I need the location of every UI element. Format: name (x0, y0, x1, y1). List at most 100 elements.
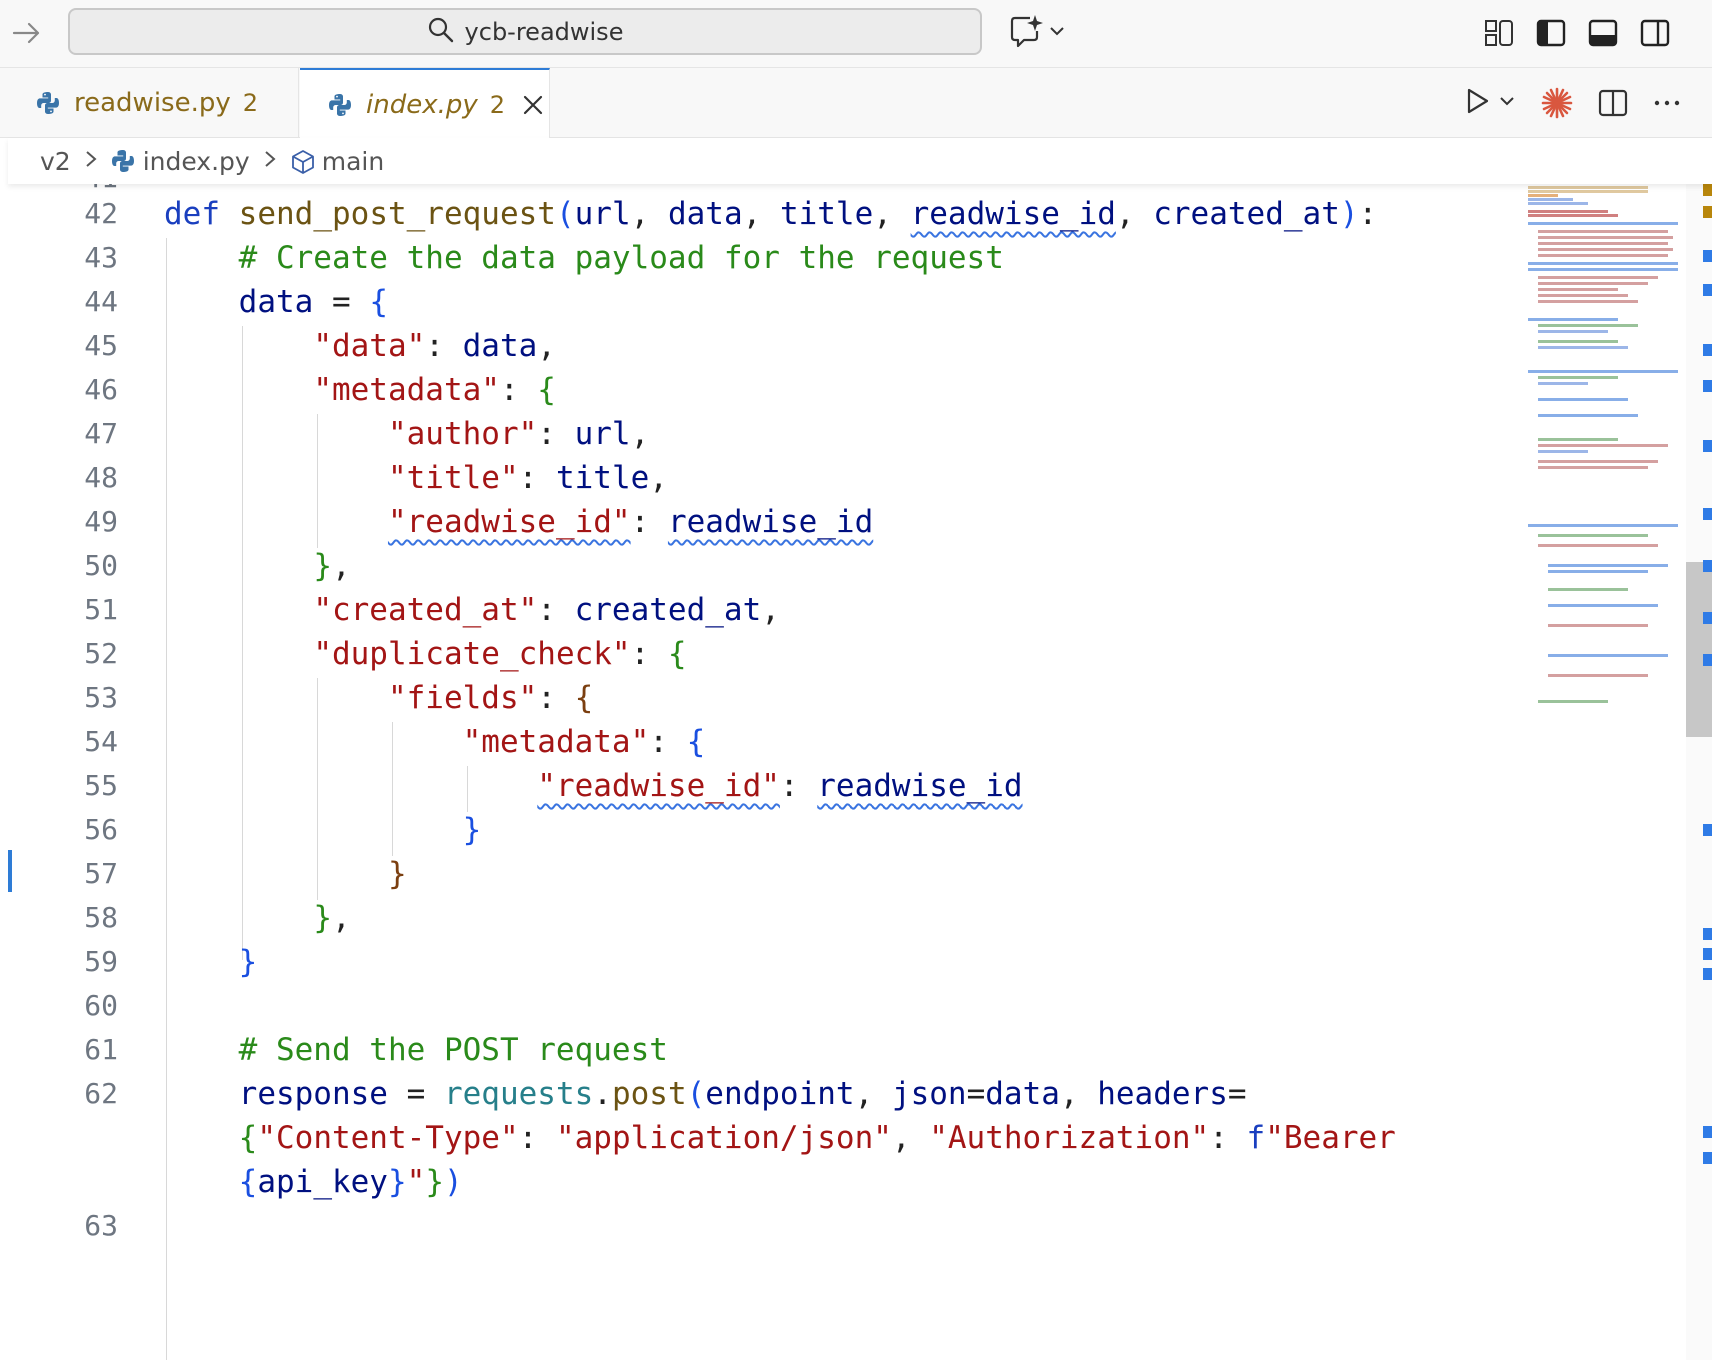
code-line: # Create the data payload for the reques… (238, 240, 1004, 276)
scroll-marker (1703, 1152, 1712, 1164)
split-editor-icon[interactable] (1598, 86, 1628, 120)
run-button[interactable] (1462, 86, 1516, 120)
line-number: 54 (84, 725, 118, 758)
scroll-marker (1703, 344, 1712, 356)
arrow-right-icon[interactable] (10, 16, 44, 50)
line-number: 49 (84, 505, 118, 538)
line-number: 57 (84, 857, 118, 890)
code-editor[interactable]: 41 42 43 44 45 46 47 48 49 50 51 52 53 5… (8, 184, 1528, 1360)
scroll-marker (1703, 380, 1712, 392)
scroll-marker (1703, 184, 1712, 196)
line-number: 60 (84, 989, 118, 1022)
code-line: "data": data, (313, 328, 556, 364)
code-line-wrap: {"Content-Type": "application/json", "Au… (238, 1120, 1396, 1156)
line-number: 61 (84, 1033, 118, 1066)
tab-readwise-py[interactable]: readwise.py 2 (8, 68, 299, 138)
chevron-down-icon[interactable] (1498, 92, 1516, 114)
vertical-scrollbar[interactable] (1686, 184, 1712, 1360)
editor-actions (1462, 86, 1682, 120)
code-line: "readwise_id": readwise_id (387, 504, 874, 540)
code-line: "title": title, (387, 460, 668, 496)
line-number: 46 (84, 373, 118, 406)
command-center-label: ycb-readwise (464, 17, 624, 46)
close-icon[interactable] (521, 93, 545, 117)
scroll-marker (1703, 206, 1712, 218)
toggle-panel-icon[interactable] (1584, 14, 1622, 52)
copilot-button[interactable] (1008, 14, 1068, 52)
copilot-sparkle-icon (1008, 13, 1044, 53)
breadcrumb-file[interactable]: index.py (143, 147, 250, 176)
breadcrumb-symbol[interactable]: main (322, 147, 384, 176)
tab-label: index.py (366, 89, 478, 120)
python-file-icon (111, 149, 135, 173)
scroll-marker (1703, 560, 1712, 572)
code-line: "author": url, (387, 416, 650, 452)
code-line: "readwise_id": readwise_id (537, 768, 1023, 804)
layout-controls (1480, 14, 1674, 52)
scroll-marker (1703, 508, 1712, 520)
line-number: 43 (84, 241, 118, 274)
code-line: "fields": { (387, 680, 594, 716)
search-icon (427, 16, 455, 48)
line-number: 62 (84, 1077, 118, 1110)
scroll-marker (1703, 654, 1712, 666)
code-line: data = { (238, 284, 388, 320)
symbol-method-icon (290, 149, 314, 174)
code-line: "created_at": created_at, (313, 592, 780, 628)
problem-count-badge: 2 (489, 90, 506, 119)
title-bar: ycb-readwise (0, 0, 1712, 68)
line-number: 42 (84, 197, 118, 230)
scroll-marker (1703, 1126, 1712, 1138)
breadcrumb: v2 index.py main (8, 138, 1712, 184)
line-number: 55 (84, 769, 118, 802)
scroll-marker (1703, 968, 1712, 980)
toggle-secondary-sidebar-icon[interactable] (1636, 14, 1674, 52)
scroll-marker (1703, 250, 1712, 262)
scrollbar-thumb[interactable] (1686, 562, 1712, 737)
command-center[interactable]: ycb-readwise (68, 8, 982, 55)
chevron-right-icon (83, 147, 99, 175)
code-line: def send_post_request(url, data, title, … (164, 196, 1378, 232)
scroll-marker (1703, 928, 1712, 940)
chevron-right-icon (262, 147, 278, 175)
python-file-icon (36, 91, 60, 115)
scroll-marker (1703, 612, 1712, 624)
tab-label: readwise.py (74, 88, 231, 118)
python-file-icon (328, 93, 352, 117)
line-number: 50 (84, 549, 118, 582)
scroll-marker (1703, 824, 1712, 836)
code-line-wrap: {api_key}"}) (238, 1164, 463, 1200)
line-number: 63 (84, 1209, 118, 1242)
code-line: } (387, 856, 407, 892)
more-actions-icon[interactable] (1652, 86, 1682, 120)
scroll-marker (1703, 440, 1712, 452)
tab-bar: readwise.py 2 index.py 2 (0, 68, 1712, 139)
run-icon (1462, 86, 1492, 120)
line-number: 44 (84, 285, 118, 318)
toggle-primary-sidebar-icon[interactable] (1532, 14, 1570, 52)
code-line: # Send the POST request (238, 1032, 668, 1068)
breadcrumb-folder[interactable]: v2 (40, 147, 71, 176)
code-line: }, (313, 900, 351, 936)
claude-icon[interactable] (1540, 86, 1574, 120)
code-line: "metadata": { (313, 372, 556, 408)
tab-index-py[interactable]: index.py 2 (300, 68, 550, 139)
line-number: 56 (84, 813, 118, 846)
code-line: } (462, 812, 482, 848)
code-line: "duplicate_check": { (313, 636, 687, 672)
minimap[interactable] (1528, 184, 1678, 784)
line-number: 53 (84, 681, 118, 714)
line-number: 47 (84, 417, 118, 450)
line-number: 51 (84, 593, 118, 626)
line-number: 59 (84, 945, 118, 978)
chevron-down-icon (1048, 22, 1066, 44)
line-number: 52 (84, 637, 118, 670)
customize-layout-icon[interactable] (1480, 14, 1518, 52)
code-line: }, (313, 548, 351, 584)
code-line: "metadata": { (462, 724, 706, 760)
line-number: 45 (84, 329, 118, 362)
line-number: 58 (84, 901, 118, 934)
code-line: response = requests.post(endpoint, json=… (238, 1076, 1247, 1112)
problem-count-badge: 2 (242, 89, 259, 117)
scroll-marker (1703, 284, 1712, 296)
